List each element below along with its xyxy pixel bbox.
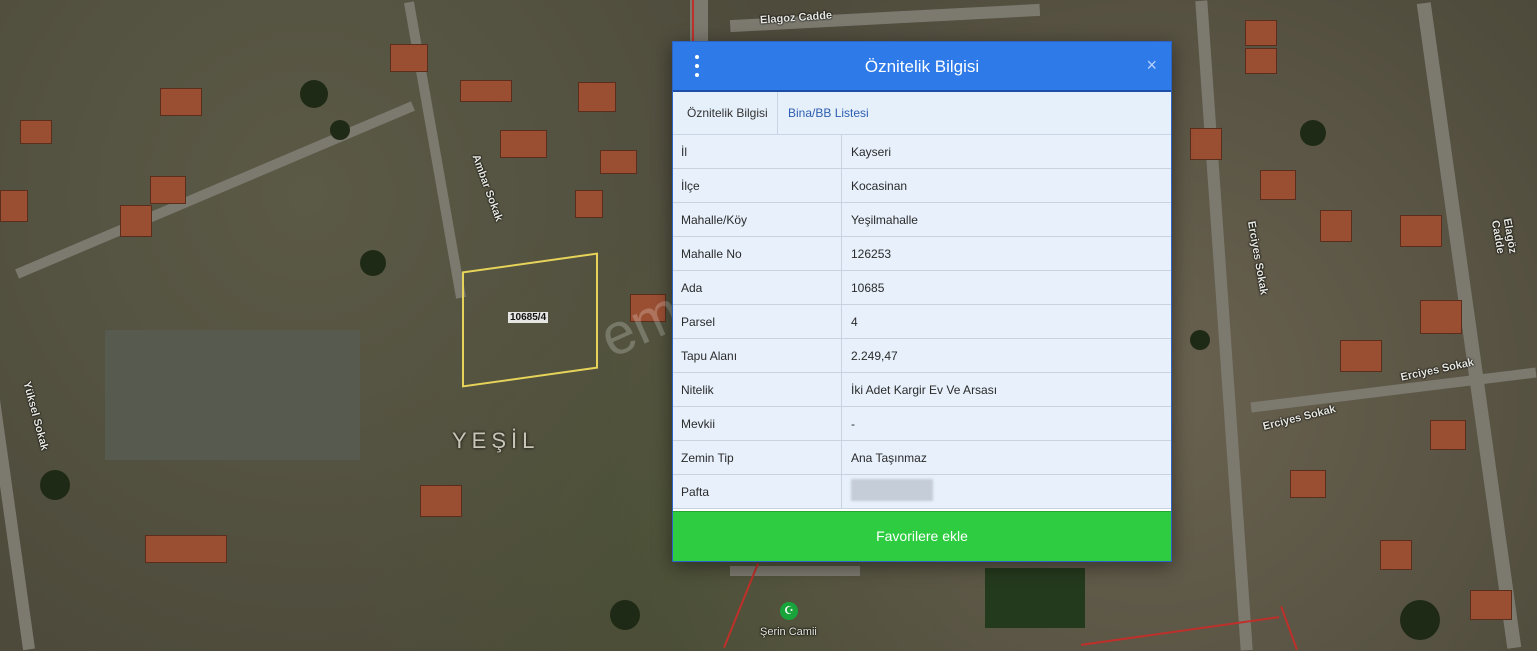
attribute-key: Ada xyxy=(673,270,842,305)
attribute-key: Mevkii xyxy=(673,406,842,441)
tab-building-list[interactable]: Bina/BB Listesi xyxy=(779,92,878,134)
street-label: Erciyes Sokak xyxy=(1244,220,1270,296)
attribute-value: İki Adet Kargir Ev Ve Arsası xyxy=(841,372,1171,407)
table-row: Tapu Alanı 2.249,47 xyxy=(673,338,1171,373)
building-roof xyxy=(1245,48,1277,74)
building-roof xyxy=(578,82,616,112)
building-roof xyxy=(500,130,547,158)
boundary-line xyxy=(1280,606,1298,650)
attribute-value: 10685 xyxy=(841,270,1171,305)
street-label: Ambar Sokak xyxy=(469,152,505,224)
attribute-key: Mahalle/Köy xyxy=(673,202,842,237)
attribute-key: Mahalle No xyxy=(673,236,842,271)
road xyxy=(730,566,860,576)
building-roof xyxy=(1245,20,1277,46)
table-row: İlçe Kocasinan xyxy=(673,168,1171,203)
attribute-value: 4 xyxy=(841,304,1171,339)
building-roof xyxy=(145,535,227,563)
attribute-key: Nitelik xyxy=(673,372,842,407)
dialog-header: Öznitelik Bilgisi × xyxy=(673,42,1171,92)
attribute-table: İl Kayseri İlçe Kocasinan Mahalle/Köy Yeşil… xyxy=(673,135,1171,509)
tree xyxy=(1190,330,1210,350)
park-area xyxy=(985,568,1085,628)
tree xyxy=(360,250,386,276)
dialog-tabs: Öznitelik Bilgisi Bina/BB Listesi xyxy=(673,92,1171,135)
tree xyxy=(330,120,350,140)
mosque-icon[interactable]: ☪ xyxy=(780,602,798,620)
attribute-value-redacted xyxy=(841,474,1171,509)
building-roof xyxy=(1190,128,1222,160)
road xyxy=(1195,0,1253,651)
attribute-value: Kayseri xyxy=(841,135,1171,169)
table-row: Pafta xyxy=(673,474,1171,509)
tree xyxy=(1400,600,1440,640)
building-roof xyxy=(160,88,202,116)
building-roof xyxy=(0,190,28,222)
tree xyxy=(610,600,640,630)
attribute-key: Tapu Alanı xyxy=(673,338,842,373)
attribute-key: İl xyxy=(673,135,842,169)
attribute-value: 2.249,47 xyxy=(841,338,1171,373)
building-roof xyxy=(1380,540,1412,570)
building-roof xyxy=(1400,215,1442,247)
add-to-favorites-button[interactable]: Favorilere ekle xyxy=(673,511,1171,561)
road xyxy=(1250,367,1537,413)
building-roof xyxy=(1470,590,1512,620)
attribute-key: Zemin Tip xyxy=(673,440,842,475)
building-roof xyxy=(1260,170,1296,200)
building-roof xyxy=(460,80,512,102)
table-row: Nitelik İki Adet Kargir Ev Ve Arsası xyxy=(673,372,1171,407)
building-roof xyxy=(20,120,52,144)
road xyxy=(0,320,35,651)
parcel-label: 10685/4 xyxy=(508,312,549,323)
road xyxy=(15,101,415,279)
attribute-key: Pafta xyxy=(673,474,842,509)
poi-label: Şerin Camii xyxy=(760,626,817,638)
table-row: Mahalle No 126253 xyxy=(673,236,1171,271)
street-label: Yüksel Sokak xyxy=(20,380,51,452)
tree xyxy=(300,80,328,108)
table-row: Mevkii - xyxy=(673,406,1171,441)
close-icon[interactable]: × xyxy=(1146,55,1157,76)
redacted-value xyxy=(851,479,933,501)
tree xyxy=(40,470,70,500)
building-roof xyxy=(575,190,603,218)
attribute-value: Kocasinan xyxy=(841,168,1171,203)
attribute-value: Ana Taşınmaz xyxy=(841,440,1171,475)
table-row: Zemin Tip Ana Taşınmaz xyxy=(673,440,1171,475)
building-roof xyxy=(1340,340,1382,372)
building-roof xyxy=(1320,210,1352,242)
boundary-line xyxy=(692,0,694,42)
building-roof xyxy=(390,44,428,72)
attribute-info-dialog: Öznitelik Bilgisi × Öznitelik Bilgisi Bi… xyxy=(672,41,1172,562)
building-roof xyxy=(420,485,462,517)
tree xyxy=(1300,120,1326,146)
table-row: Parsel 4 xyxy=(673,304,1171,339)
building-roof xyxy=(1430,420,1466,450)
building-roof xyxy=(120,205,152,237)
dialog-title: Öznitelik Bilgisi xyxy=(864,57,980,76)
building-roof xyxy=(150,176,186,204)
attribute-value: 126253 xyxy=(841,236,1171,271)
table-row: Ada 10685 xyxy=(673,270,1171,305)
attribute-value: - xyxy=(841,406,1171,441)
attribute-value: Yeşilmahalle xyxy=(841,202,1171,237)
attribute-key: Parsel xyxy=(673,304,842,339)
building-roof xyxy=(1290,470,1326,498)
attribute-key: İlçe xyxy=(673,168,842,203)
district-label: YEŞİL xyxy=(452,428,540,453)
table-row: İl Kayseri xyxy=(673,135,1171,169)
table-row: Mahalle/Köy Yeşilmahalle xyxy=(673,202,1171,237)
tab-attribute-info[interactable]: Öznitelik Bilgisi xyxy=(678,92,778,134)
sports-field xyxy=(105,330,360,460)
street-label: Elagöz Cadde xyxy=(1488,217,1519,255)
building-roof xyxy=(1420,300,1462,334)
building-roof xyxy=(600,150,637,174)
